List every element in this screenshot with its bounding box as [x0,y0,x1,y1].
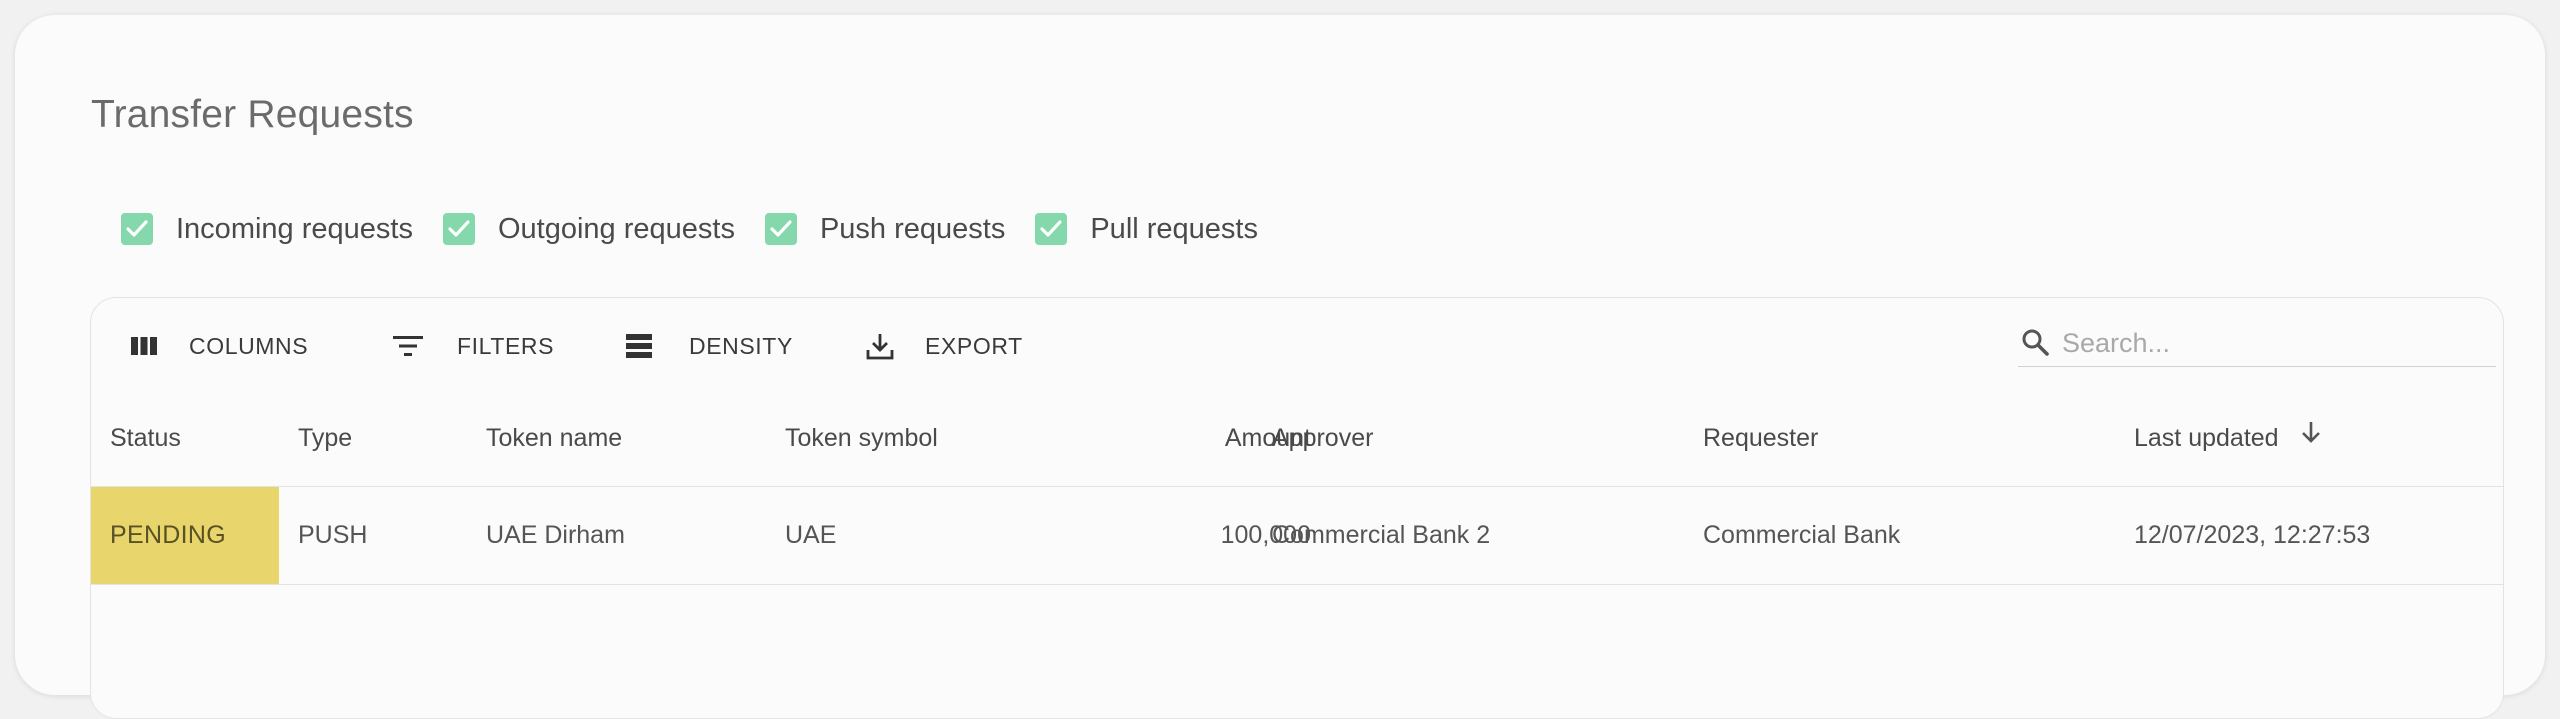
grid-toolbar: COLUMNS FILTERS DENSITY EXPORT [91,298,2503,390]
column-header-status[interactable]: Status [110,390,181,486]
column-header-token-name[interactable]: Token name [486,390,622,486]
push-requests-checkbox[interactable]: Push requests [764,212,1006,246]
column-header-requester[interactable]: Requester [1703,390,1818,486]
table-header: Status Type Token name Token symbol Amou… [91,390,2503,487]
search-icon [2020,327,2050,362]
outgoing-requests-label: Outgoing requests [497,212,735,245]
cell-token-symbol: UAE [785,521,837,549]
column-header-token-symbol[interactable]: Token symbol [785,390,938,486]
view-column-icon [129,334,159,358]
push-requests-label: Push requests [819,212,1006,245]
outgoing-requests-checkbox[interactable]: Outgoing requests [442,212,735,246]
pull-requests-checkbox[interactable]: Pull requests [1035,213,1258,246]
density-icon [624,332,654,360]
incoming-requests-checkbox[interactable]: Incoming requests [121,213,413,246]
download-icon [865,331,895,361]
filters-label: FILTERS [457,332,555,359]
page-title: Transfer Requests [91,93,414,136]
check-icon[interactable] [1035,213,1068,245]
transfer-requests-table: COLUMNS FILTERS DENSITY EXPORT Search...… [90,297,2504,719]
check-icon[interactable] [442,213,475,245]
column-header-approver[interactable]: Approver [1272,390,1373,486]
table-row[interactable]: PENDING PUSH UAE Dirham UAE 100,000 Comm… [91,487,2503,585]
column-header-last-updated[interactable]: Last updated [2134,390,2324,486]
cell-type: PUSH [298,521,368,549]
columns-button[interactable]: COLUMNS [129,324,308,368]
export-button[interactable]: EXPORT [865,324,1023,368]
request-filters: Incoming requests Outgoing requests Push… [121,210,1288,248]
cell-approver: Commercial Bank 2 [1272,521,1491,549]
density-label: DENSITY [689,332,793,359]
cell-token-name: UAE Dirham [486,521,625,549]
pull-requests-label: Pull requests [1090,212,1258,245]
incoming-requests-label: Incoming requests [176,212,413,245]
check-icon[interactable] [121,213,153,245]
column-header-last-updated-label: Last updated [2134,424,2279,452]
status-text: PENDING [110,521,227,549]
cell-last-updated: 12/07/2023, 12:27:53 [2134,521,2371,549]
status-badge: PENDING [91,487,279,584]
check-icon[interactable] [764,213,797,245]
filter-list-icon [391,332,425,360]
columns-label: COLUMNS [189,332,309,359]
density-button[interactable]: DENSITY [624,324,793,368]
search-box [2018,320,2496,367]
export-label: EXPORT [925,332,1023,359]
arrow-down-icon[interactable] [2298,389,2324,485]
filters-button[interactable]: FILTERS [391,324,554,368]
transfer-requests-card: Transfer Requests Incoming requests Outg… [15,15,2545,719]
column-header-type[interactable]: Type [298,390,352,486]
search-input[interactable] [2060,322,2484,364]
cell-requester: Commercial Bank [1703,521,1901,549]
